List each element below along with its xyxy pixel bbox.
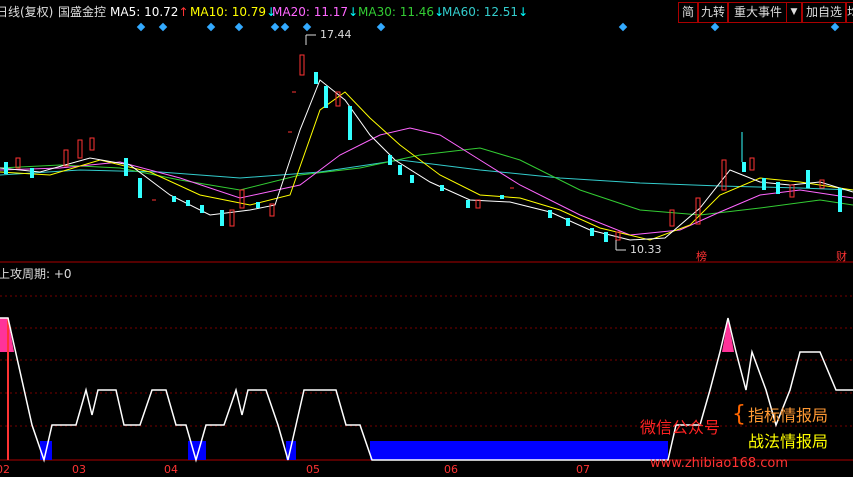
low-price-label: 10.33 (630, 243, 662, 256)
signal-markers (136, 22, 840, 32)
indicator-title: 上攻周期: +0 (0, 267, 72, 281)
watermark-line2b: 战法情报局 (748, 432, 829, 451)
time-tick: 07 (576, 463, 590, 476)
indicator-pink-zones (0, 318, 734, 352)
watermark-wechat: 微信公众号 (640, 418, 721, 437)
event-tag-cai[interactable]: 财 (836, 248, 847, 264)
indicator-blue-zones (40, 441, 668, 460)
watermark-line2a: 指标情报局 (748, 406, 829, 425)
ma20-line (0, 127, 853, 236)
event-tag-bang[interactable]: 榜 (696, 248, 707, 264)
watermark-brace: { (732, 402, 746, 427)
time-tick: 04 (164, 463, 178, 476)
time-tick: 06 (444, 463, 458, 476)
chart-canvas (0, 22, 853, 463)
time-tick: 05 (306, 463, 320, 476)
high-price-label: 17.44 (320, 28, 352, 41)
time-tick: 02 (0, 463, 10, 476)
watermark-url: www.zhibiao168.com (650, 456, 789, 471)
time-tick: 03 (72, 463, 86, 476)
